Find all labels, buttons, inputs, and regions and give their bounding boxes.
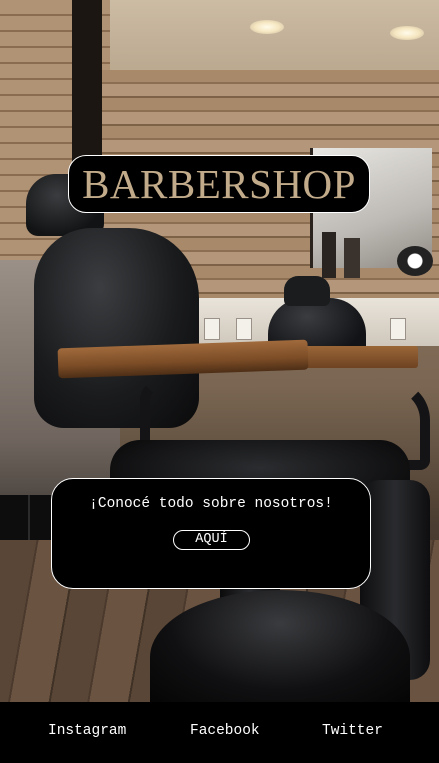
- about-here-button[interactable]: AQUÍ: [173, 530, 250, 550]
- ceiling: [100, 0, 439, 80]
- footer: Instagram Facebook Twitter: [0, 702, 439, 763]
- counter-bottle: [236, 318, 252, 340]
- page-title: BARBERSHOP: [82, 160, 356, 207]
- twitter-link[interactable]: Twitter: [322, 723, 383, 739]
- counter-bottle: [390, 318, 406, 340]
- brand-title-badge: BARBERSHOP: [68, 155, 370, 213]
- barber-chair-headrest-rear: [284, 276, 330, 306]
- facebook-link[interactable]: Facebook: [190, 723, 260, 739]
- door-frame: [72, 0, 102, 180]
- counter-bottle: [204, 318, 220, 340]
- about-card: ¡Conocé todo sobre nosotros! AQUÍ: [51, 478, 371, 589]
- wall-frame: [344, 238, 360, 278]
- about-card-text: ¡Conocé todo sobre nosotros!: [89, 496, 333, 512]
- hero-background-photo: [0, 0, 439, 702]
- instagram-link[interactable]: Instagram: [48, 723, 126, 739]
- ceiling-light: [390, 26, 424, 40]
- ceiling-light: [250, 20, 284, 34]
- wall-frame: [322, 232, 336, 278]
- wall-clock: [397, 246, 433, 276]
